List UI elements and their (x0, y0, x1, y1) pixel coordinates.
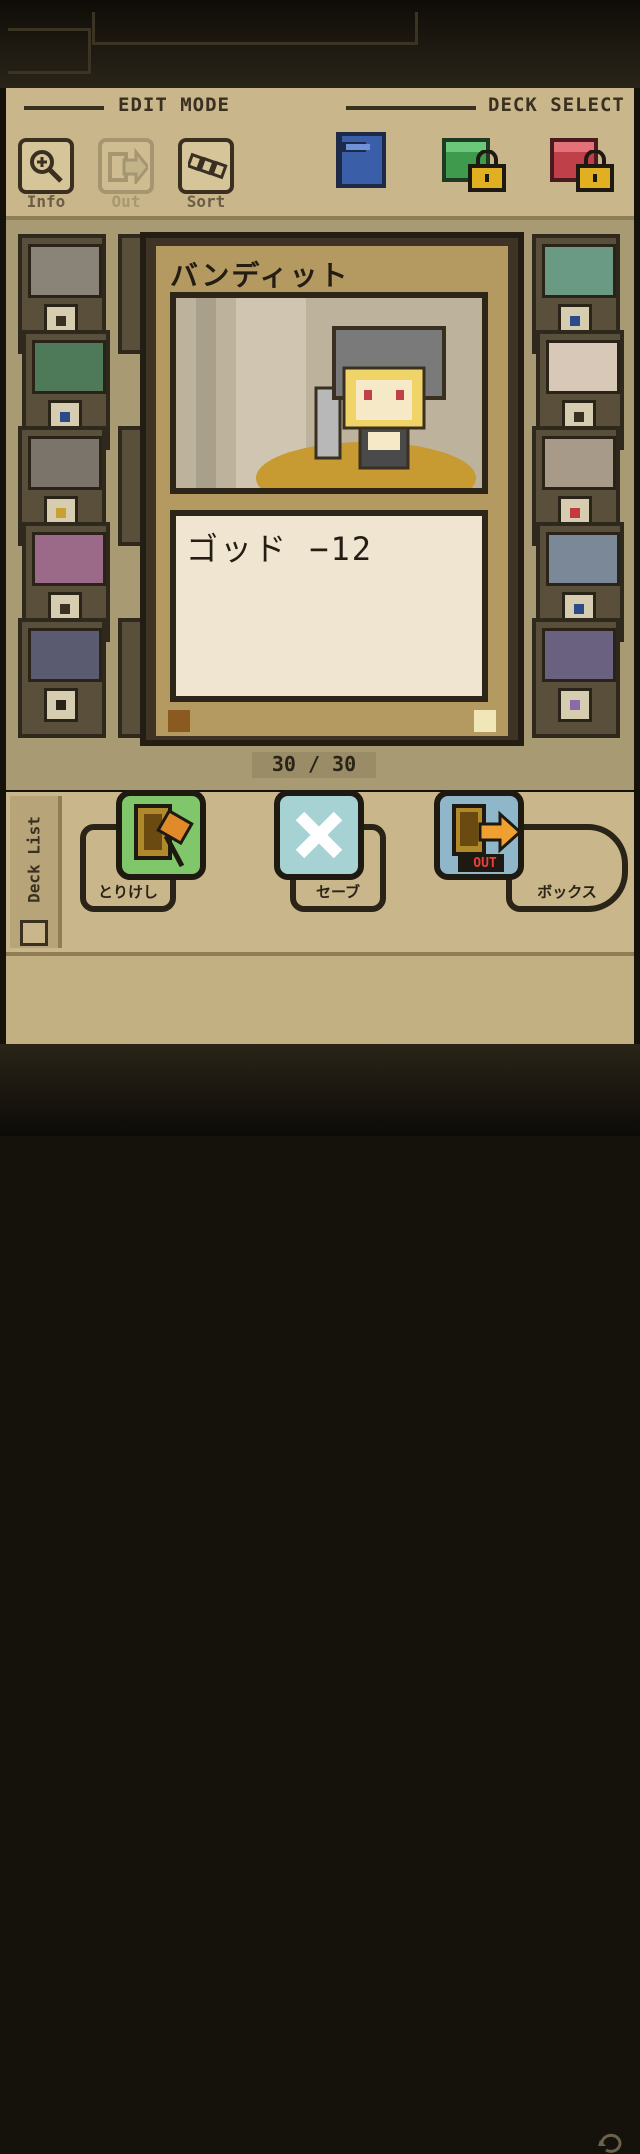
deck-counter: 30 / 30 (252, 752, 376, 778)
card-thumbnail (542, 244, 616, 298)
deck-list-label: Deck List (24, 816, 44, 903)
header-divider (24, 106, 104, 110)
card-description: ゴッド −12 (186, 530, 374, 568)
deck-slot-1[interactable] (332, 128, 392, 192)
selected-card-body: バンディット ゴッド −12 (156, 246, 508, 736)
rotate-icon[interactable] (598, 2132, 624, 2154)
deck-list-checkbox[interactable] (20, 920, 48, 946)
out-button[interactable] (98, 138, 154, 194)
arrow-out-icon (108, 148, 148, 184)
bandit-portrait-image (176, 298, 482, 488)
bottom-panel (6, 952, 634, 1048)
deck-slot-2[interactable] (438, 128, 506, 192)
coin-icon (44, 688, 78, 722)
top-frame-decoration-left (8, 28, 91, 74)
blue-deck-icon (336, 132, 386, 188)
flower-icon (558, 688, 592, 722)
deck-list-tab[interactable]: Deck List (10, 796, 62, 948)
out-label: Out (111, 192, 141, 211)
card-thumbnail (542, 628, 616, 682)
cancel-label: とりけし (97, 883, 158, 901)
card-thumbnail (28, 628, 102, 682)
card-thumbnail (546, 340, 620, 394)
top-decoration (0, 0, 640, 88)
bottom-decoration (0, 1044, 640, 2153)
deck-select-label: DECK SELECT (488, 94, 625, 116)
sort-cards-icon (188, 152, 228, 180)
deck-card[interactable] (532, 618, 620, 738)
save-button[interactable] (274, 790, 364, 880)
card-thumbnail (28, 436, 102, 490)
card-thumbnail (32, 340, 106, 394)
top-frame-decoration (92, 12, 418, 45)
cancel-button[interactable] (116, 790, 206, 880)
card-thumbnail (542, 436, 616, 490)
card-thumbnail (32, 532, 106, 586)
sort-button[interactable] (178, 138, 234, 194)
card-corner-left (168, 710, 190, 732)
edit-mode-label: EDIT MODE (118, 94, 230, 116)
sort-label: Sort (186, 192, 226, 211)
card-portrait (170, 292, 488, 494)
lock-icon (468, 150, 506, 192)
card-corner-right (474, 710, 496, 732)
info-button[interactable] (18, 138, 74, 194)
edit-header: EDIT MODE DECK SELECT Info Out Sort (6, 88, 634, 220)
card-thumbnail (546, 532, 620, 586)
card-description-box: ゴッド −12 (170, 510, 488, 702)
selected-card[interactable]: バンディット ゴッド −12 (140, 232, 524, 746)
box-label: ボックス (537, 883, 597, 901)
card-name: バンディット (170, 259, 350, 292)
hammer-card-icon (134, 804, 194, 868)
out-badge: OUT (473, 856, 497, 871)
deck-slot-3[interactable] (546, 128, 614, 192)
header-divider (346, 106, 476, 110)
magnifier-plus-icon (30, 150, 63, 183)
box-out-button[interactable]: OUT (434, 790, 524, 880)
deck-card[interactable] (18, 618, 106, 738)
lock-icon (576, 150, 614, 192)
card-thumbnail (28, 244, 102, 298)
save-label: セーブ (315, 883, 361, 901)
close-x-icon (295, 811, 343, 859)
info-label: Info (26, 192, 66, 211)
